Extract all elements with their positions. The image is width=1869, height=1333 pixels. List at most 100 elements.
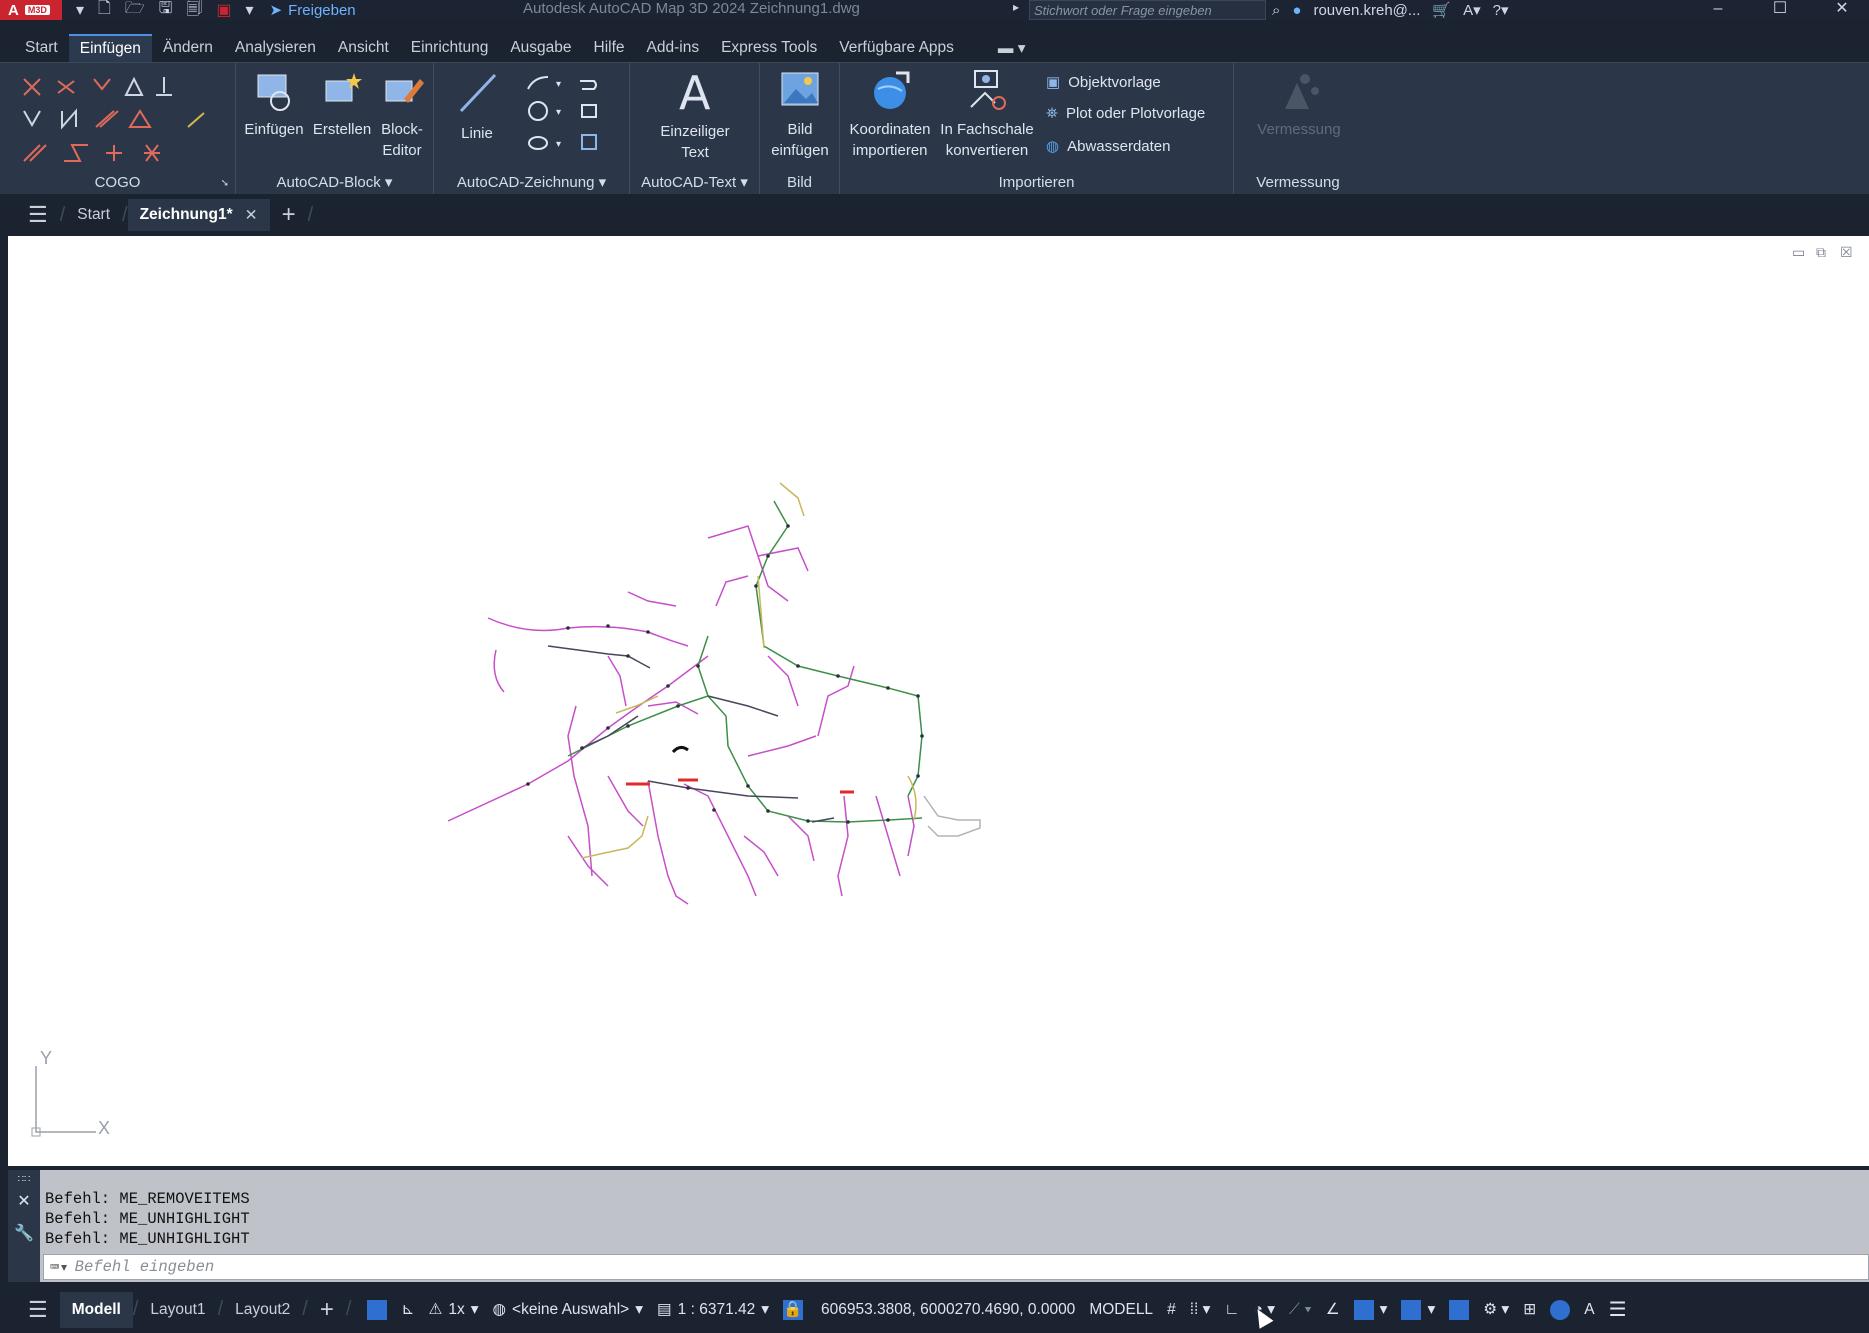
panel-cogo: COGO ➘ — [0, 63, 236, 195]
tab-analysieren[interactable]: Analysieren — [224, 35, 327, 61]
share-label: Freigeben — [288, 1, 356, 19]
panel-title-cogo: COGO — [94, 174, 141, 191]
convert-to-industry-model-button[interactable]: In Fachschale konvertieren — [938, 69, 1036, 161]
drawing-canvas[interactable]: ▭ ⧉ ☒ Y X — [8, 236, 1869, 1166]
workspace-dropdown[interactable]: ▬ ▾ — [987, 35, 1037, 62]
search-icon[interactable]: ⌕ — [1272, 2, 1280, 19]
tab-aendern[interactable]: Ändern — [152, 35, 224, 61]
user-name[interactable]: rouven.kreh@... — [1313, 2, 1420, 19]
doc-tab-start[interactable]: Start — [65, 206, 122, 224]
image-label-2: einfügen — [771, 142, 829, 159]
tab-add-ins[interactable]: Add-ins — [636, 35, 711, 61]
angle-icon[interactable]: ∠ — [1326, 1300, 1340, 1319]
tab-verfuegbare-apps[interactable]: Verfügbare Apps — [828, 35, 965, 61]
object-snap-icon[interactable]: ▾ — [1353, 1299, 1387, 1320]
import-coordinates-button[interactable]: Koordinaten importieren — [844, 69, 936, 161]
autocad-icon[interactable]: ▣ — [216, 0, 231, 20]
single-line-text-button[interactable]: A Einzeiliger Text — [650, 65, 740, 163]
save-as-icon[interactable]: 🗐 — [186, 0, 202, 24]
customize-arrow-icon[interactable]: ▾ — [246, 0, 254, 20]
new-file-icon[interactable]: 🗋 — [98, 0, 111, 24]
survey-button[interactable]: Vermessung — [1254, 69, 1344, 140]
ortho-mode-icon[interactable]: ∟ — [1224, 1301, 1239, 1319]
insert-image-button[interactable]: Bild einfügen — [766, 69, 834, 161]
tab-ausgabe[interactable]: Ausgabe — [499, 35, 582, 61]
minimize-icon[interactable]: – — [1698, 0, 1738, 20]
grip-icon[interactable]: ∷∷ — [8, 1170, 40, 1185]
share-button[interactable]: ➤ Freigeben — [270, 1, 356, 20]
command-input[interactable]: ⌨▾ Befehl eingeben — [43, 1254, 1869, 1280]
line-icon — [459, 73, 497, 113]
tab-start[interactable]: Start — [14, 35, 69, 61]
plot-template-button[interactable]: ⛯ Plot oder Plotvorlage — [1046, 105, 1205, 122]
close-icon[interactable]: ✕ — [1822, 0, 1862, 20]
ucs-icon: Y X — [22, 1048, 112, 1149]
close-tab-icon[interactable]: ✕ — [245, 206, 258, 225]
open-file-icon[interactable]: 🗁 — [125, 0, 145, 24]
cart-icon[interactable]: 🛒 — [1432, 1, 1451, 19]
block-insert-button[interactable]: Einfügen — [244, 69, 304, 140]
tab-separator: / — [345, 1298, 352, 1320]
annotation-monitor-icon[interactable]: A — [1584, 1301, 1594, 1319]
panel-title-autocad-text[interactable]: AutoCAD-Text ▾ — [630, 173, 759, 191]
user-icon[interactable]: ● — [1292, 2, 1301, 19]
command-history-line: Befehl: ME_UNHIGHLIGHT — [45, 1210, 250, 1228]
save-icon[interactable]: 🖫 — [159, 0, 173, 24]
app-menu-icon[interactable]: ☰ — [0, 202, 60, 228]
command-line: ∷∷ ✕ 🔧 Befehl: ME_REMOVEITEMS Befehl: ME… — [8, 1170, 1869, 1282]
block-insert-label: Einfügen — [244, 121, 304, 138]
isolate-objects-icon[interactable] — [1550, 1299, 1571, 1320]
block-editor-button[interactable]: Block- Editor — [372, 69, 432, 161]
autodesk-app-icon[interactable]: A▾ — [1463, 1, 1481, 19]
3d-snap-icon[interactable]: ▾ — [1401, 1299, 1435, 1320]
panel-title-autocad-block[interactable]: AutoCAD-Block ▾ — [236, 173, 433, 191]
dropdown-arrow-icon[interactable]: ▾ — [76, 0, 84, 20]
tab-ansicht[interactable]: Ansicht — [327, 35, 400, 61]
sewage-data-button[interactable]: ◍ Abwasserdaten — [1046, 137, 1171, 156]
lock-button[interactable]: 🔒 — [783, 1299, 804, 1320]
add-layout-icon[interactable]: + — [308, 1296, 346, 1324]
block-insert-icon — [257, 74, 290, 111]
ortho-icon[interactable]: ⊾ — [401, 1300, 414, 1319]
scale-selector[interactable]: ▤ 1 : 6371.42 ▾ — [657, 1300, 769, 1319]
annotation-scale[interactable]: ⚠ 1x ▾ — [428, 1300, 478, 1319]
layout-menu-icon[interactable]: ☰ — [0, 1297, 60, 1323]
ribbon-tabs: Start Einfügen Ändern Analysieren Ansich… — [0, 34, 1869, 62]
isometric-icon[interactable]: ⟋ ▾ — [1289, 1301, 1312, 1319]
panel-expand-icon[interactable]: ➘ — [221, 178, 229, 189]
svg-text:▾: ▾ — [556, 107, 561, 118]
workspace-icon[interactable]: ⊞ — [1523, 1300, 1536, 1319]
maximize-icon[interactable]: ☐ — [1760, 0, 1800, 20]
cogo-tools-icon[interactable] — [18, 69, 254, 179]
wrench-icon[interactable]: 🔧 — [8, 1211, 40, 1243]
customize-icon[interactable]: ☰ — [1609, 1297, 1627, 1322]
app-logo[interactable]: A M3D — [0, 0, 62, 20]
draw-tools-icon[interactable]: ▾ ▾ ▾ — [520, 71, 610, 171]
gear-icon[interactable]: ⚙ ▾ — [1483, 1300, 1509, 1319]
object-template-label: Objektvorlage — [1068, 73, 1161, 91]
tab-express-tools[interactable]: Express Tools — [710, 35, 828, 61]
annotation-visibility-icon[interactable] — [1449, 1299, 1470, 1320]
snap-icon[interactable]: ⁞⁞ ▾ — [1190, 1300, 1211, 1319]
coordinate-system[interactable]: ◍ <keine Auswahl> ▾ — [493, 1300, 644, 1319]
close-command-line-icon[interactable]: ✕ — [8, 1185, 40, 1211]
model-space-toggle[interactable] — [367, 1299, 388, 1320]
command-prompt-icon[interactable]: ⌨▾ — [50, 1258, 69, 1277]
doc-tab-zeichnung1[interactable]: Zeichnung1* ✕ — [127, 199, 270, 231]
tab-einfuegen[interactable]: Einfügen — [68, 34, 152, 62]
tab-layout1[interactable]: Layout1 — [138, 1301, 217, 1319]
tab-layout2[interactable]: Layout2 — [223, 1301, 302, 1319]
panel-title-autocad-zeichnung[interactable]: AutoCAD-Zeichnung ▾ — [434, 173, 629, 191]
help-icon[interactable]: ?▾ — [1493, 1, 1509, 19]
line-button[interactable]: Linie — [452, 69, 502, 144]
tab-einrichtung[interactable]: Einrichtung — [400, 35, 500, 61]
tab-modell[interactable]: Modell — [59, 1291, 133, 1328]
block-create-button[interactable]: Erstellen — [312, 69, 372, 140]
new-tab-icon[interactable]: + — [270, 201, 308, 229]
object-template-button[interactable]: ▣ Objektvorlage — [1046, 73, 1161, 92]
space-toggle[interactable]: MODELL — [1089, 1301, 1153, 1319]
grid-icon[interactable]: # — [1167, 1301, 1176, 1319]
search-input[interactable]: Stichwort oder Frage eingeben — [1029, 0, 1266, 20]
tab-hilfe[interactable]: Hilfe — [583, 35, 636, 61]
search-expand-icon[interactable]: ▸ — [1013, 0, 1019, 14]
